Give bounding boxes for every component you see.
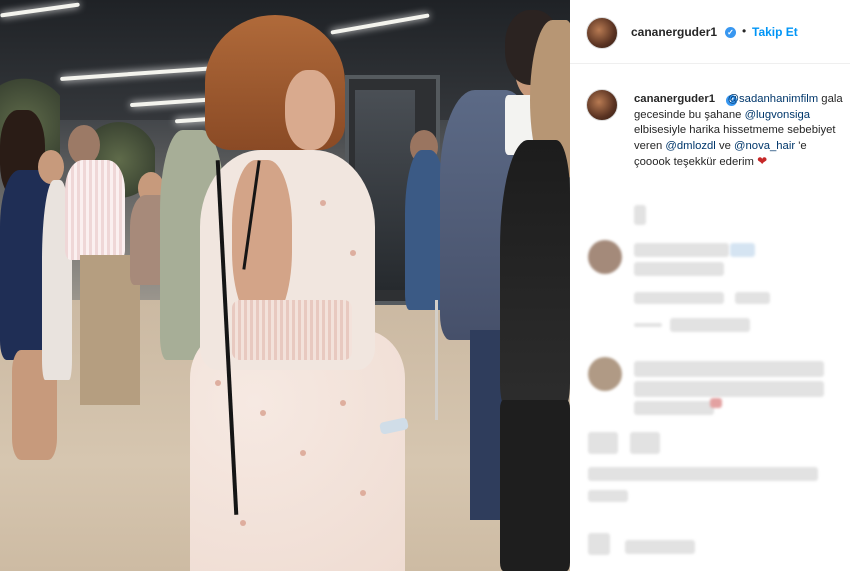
blurred-comment-avatar: [588, 533, 610, 555]
blurred-comment-text: [730, 243, 755, 257]
blurred-comment-meta: [588, 490, 628, 502]
blurred-comment-divider: [634, 323, 662, 327]
post-caption: cananerguder1 @sadanhanimfilm gala geces…: [634, 92, 846, 171]
mention-link[interactable]: @sadanhanimfilm: [728, 93, 819, 105]
floral-print: [300, 450, 306, 456]
floral-print: [360, 490, 366, 496]
floral-print: [215, 380, 221, 386]
avatar[interactable]: [586, 17, 618, 49]
blurred-comment-meta: [735, 292, 770, 304]
main-woman-face: [285, 70, 335, 150]
caption-username[interactable]: cananerguder1: [634, 93, 715, 105]
background-person-head: [38, 150, 64, 184]
blurred-comment-text: [634, 262, 724, 276]
floral-print: [350, 250, 356, 256]
woman-leather-jacket: [500, 140, 570, 410]
floral-print: [320, 200, 326, 206]
blurred-comment-text: [630, 432, 660, 454]
blurred-comment-avatar: [588, 432, 618, 454]
mention-link[interactable]: @lugvonsiga: [745, 109, 810, 121]
floral-print: [240, 520, 246, 526]
mention-link[interactable]: @nova_hair: [734, 140, 795, 152]
post-header: cananerguder1 ✓ • Takip Et: [570, 0, 850, 64]
verified-badge-icon: ✓: [725, 27, 736, 38]
blurred-comment-meta: [634, 292, 724, 304]
blurred-comment-text: [634, 381, 824, 397]
blurred-comment-avatar: [588, 240, 622, 274]
blurred-comment-text: [634, 243, 729, 257]
background-man-head: [68, 125, 100, 165]
post-username[interactable]: cananerguder1: [631, 25, 717, 39]
caption-avatar[interactable]: [586, 89, 618, 121]
caption-text: ve: [718, 139, 731, 152]
blurred-comment-text: [634, 361, 824, 377]
heart-emoji-icon: ❤: [757, 154, 768, 169]
woman-black-pants: [500, 400, 570, 571]
blurred-timestamp: [634, 205, 646, 225]
blurred-comment-avatar: [588, 357, 622, 391]
post-sidebar: cananerguder1 ✓ • Takip Et ✓ cananergude…: [570, 0, 850, 571]
main-woman-smocked-waist: [232, 300, 352, 360]
floral-print: [340, 400, 346, 406]
follow-button[interactable]: Takip Et: [752, 25, 798, 39]
blurred-comment-text: [634, 401, 714, 415]
separator-dot: •: [742, 24, 747, 38]
floral-print: [260, 410, 266, 416]
mention-link[interactable]: @dmlozdl: [665, 140, 715, 152]
blurred-comment-text: [588, 467, 818, 481]
blurred-view-replies: [670, 318, 750, 332]
post-photo[interactable]: [0, 0, 570, 571]
blurred-emoji: [710, 398, 722, 408]
background-man-striped-shirt: [65, 160, 125, 260]
blurred-comment-text: [625, 540, 695, 554]
